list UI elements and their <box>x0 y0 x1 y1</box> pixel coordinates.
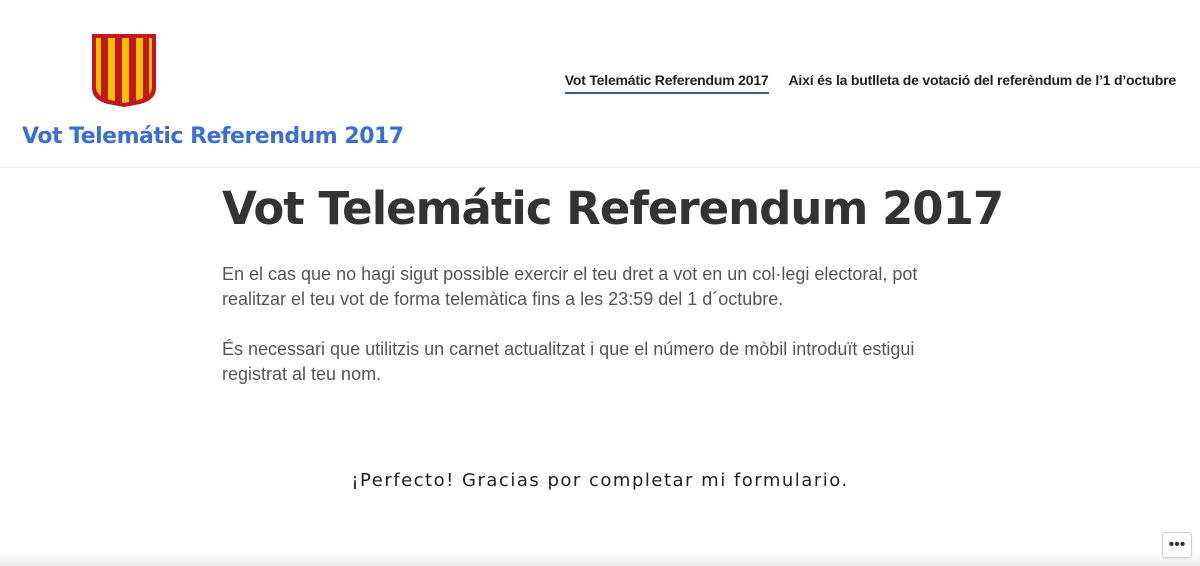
page-title: Vot Telemátic Referendum 2017 <box>222 182 1004 235</box>
confirmation-message: ¡Perfecto! Gracias por completar mi form… <box>351 470 849 491</box>
senyera-shield-icon[interactable] <box>90 32 158 108</box>
nav-item-butlleta[interactable]: Així és la butlleta de votació del refer… <box>789 72 1177 94</box>
bottom-fade <box>0 552 1200 566</box>
main-navigation: Vot Telemátic Referendum 2017 Així és la… <box>564 72 1177 94</box>
nav-item-vot-telematic[interactable]: Vot Telemátic Referendum 2017 <box>564 72 769 94</box>
site-title-link[interactable]: Vot Telemátic Referendum 2017 <box>22 124 404 149</box>
requirement-paragraph: És necessari que utilitzis un carnet act… <box>222 339 915 384</box>
intro-paragraph: En el cas que no hagi sigut possible exe… <box>222 264 918 309</box>
main-content: Vot Telemátic Referendum 2017 En el cas … <box>222 176 1004 387</box>
more-options-button[interactable]: ••• <box>1162 532 1192 558</box>
ellipsis-icon: ••• <box>1168 536 1186 553</box>
site-header: Vot Telemátic Referendum 2017 Vot Telemá… <box>0 0 1200 168</box>
page: Vot Telemátic Referendum 2017 Vot Telemá… <box>0 0 1200 566</box>
